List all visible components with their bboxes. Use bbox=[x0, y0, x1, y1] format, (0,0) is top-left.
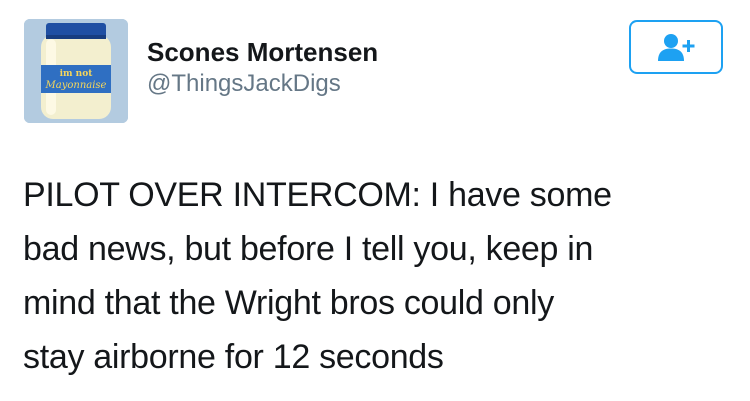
tweet-line: bad news, but before I tell you, keep in bbox=[23, 230, 594, 268]
user-handle[interactable]: @ThingsJackDigs bbox=[147, 68, 378, 100]
tweet-line: PILOT OVER INTERCOM: I have some bbox=[23, 176, 612, 214]
tweet-line: mind that the Wright bros could only bbox=[23, 284, 554, 322]
follow-user-plus-icon bbox=[658, 34, 695, 61]
avatar-label-main: Mayonnaise bbox=[45, 80, 107, 91]
author-names: Scones Mortensen @ThingsJackDigs bbox=[147, 36, 378, 100]
follow-button[interactable] bbox=[629, 20, 723, 74]
avatar-label-top: im not bbox=[60, 69, 94, 79]
mayonnaise-jar-image: im not Mayonnaise bbox=[24, 19, 128, 123]
display-name[interactable]: Scones Mortensen bbox=[147, 36, 378, 68]
avatar[interactable]: im not Mayonnaise bbox=[24, 19, 128, 123]
tweet-text: PILOT OVER INTERCOM: I have some bad new… bbox=[23, 168, 729, 384]
tweet-line: stay airborne for 12 seconds bbox=[23, 338, 444, 376]
